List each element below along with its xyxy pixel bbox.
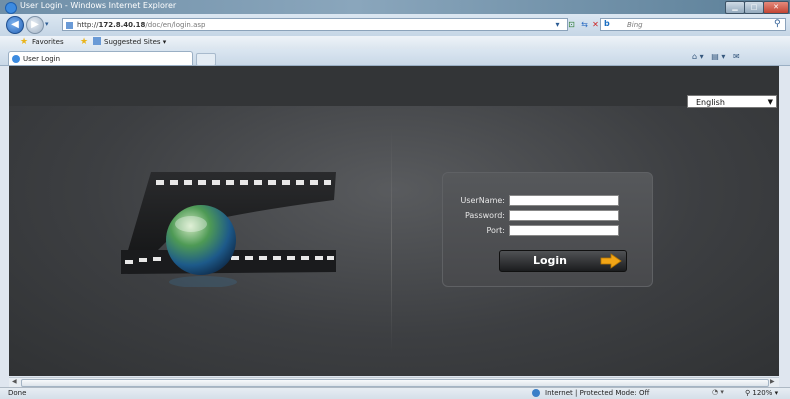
- search-placeholder: Bing: [627, 21, 643, 29]
- window-title: User Login - Windows Internet Explorer: [20, 1, 177, 10]
- password-label: Password:: [464, 211, 505, 220]
- port-label: Port:: [486, 226, 505, 235]
- back-arrow-icon: ◀: [11, 19, 19, 30]
- ie-logo-icon: [5, 2, 17, 14]
- search-icon[interactable]: ⚲: [774, 19, 781, 29]
- chevron-down-icon: ▼: [767, 98, 773, 106]
- maximize-icon: □: [750, 3, 758, 11]
- minimize-button[interactable]: ▁: [725, 1, 745, 14]
- zoom-icon: ⚲: [745, 389, 751, 397]
- forward-button[interactable]: ▶: [26, 16, 44, 34]
- scroll-right-icon[interactable]: ▶: [770, 378, 775, 385]
- url-prefix: http://: [77, 21, 99, 29]
- history-dropdown-icon[interactable]: ▾: [45, 20, 49, 28]
- scroll-left-icon[interactable]: ◀: [12, 378, 17, 385]
- login-button[interactable]: Login: [499, 250, 627, 272]
- suggested-sites-button[interactable]: Suggested Sites ▾: [104, 38, 166, 46]
- login-panel: UserName: Password: Port: Login: [442, 172, 653, 287]
- favorites-star-icon: ★: [20, 37, 29, 47]
- language-select[interactable]: English ▼: [687, 95, 777, 108]
- password-input[interactable]: [509, 210, 619, 221]
- page-icon: [66, 22, 73, 29]
- protected-mode-icon[interactable]: ◔ ▾: [712, 388, 724, 396]
- feeds-icon[interactable]: ▤: [711, 52, 719, 61]
- ie-tab-icon: [12, 55, 20, 63]
- vertical-divider: [391, 128, 392, 353]
- forward-arrow-icon: ▶: [31, 19, 39, 30]
- status-bar: Done Internet | Protected Mode: Off ◔ ▾ …: [0, 387, 790, 399]
- url-path: /doc/en/login.asp: [145, 21, 206, 29]
- scroll-thumb[interactable]: [21, 379, 769, 387]
- port-input[interactable]: [509, 225, 619, 236]
- compatibility-view-icon[interactable]: ⊡: [566, 19, 577, 30]
- username-label: UserName:: [460, 196, 505, 205]
- horizontal-scrollbar[interactable]: ◀ ▶: [9, 377, 779, 387]
- suggested-sites-icon: [93, 37, 101, 45]
- close-icon: ✕: [773, 3, 779, 11]
- arrow-right-icon: [600, 253, 622, 269]
- home-icon[interactable]: ⌂: [692, 52, 697, 61]
- back-button[interactable]: ◀: [6, 16, 24, 34]
- film-globe-logo-icon: [121, 172, 336, 287]
- status-text: Done: [8, 389, 27, 397]
- header-band: [9, 66, 779, 106]
- minimize-icon: ▁: [732, 3, 738, 11]
- mail-icon[interactable]: ✉: [733, 52, 740, 61]
- login-button-label: Login: [532, 254, 568, 267]
- zoom-value: 120%: [752, 389, 773, 397]
- url-input[interactable]: http://172.8.40.18/doc/en/login.asp: [62, 18, 568, 31]
- tab-user-login[interactable]: User Login: [8, 51, 193, 65]
- url-host: 172.8.40.18: [98, 21, 146, 29]
- bing-icon: b: [604, 19, 610, 28]
- maximize-button[interactable]: □: [744, 1, 764, 14]
- search-input[interactable]: Bing: [600, 18, 786, 31]
- username-input[interactable]: [509, 195, 619, 206]
- command-bar: ⌂ ▾ ▤ ▾ ✉: [692, 52, 740, 61]
- zoom-level[interactable]: ⚲ 120% ▾: [745, 389, 778, 397]
- new-tab-button[interactable]: [196, 53, 216, 66]
- address-bar-row: ◀ ▶ ▾ http://172.8.40.18/doc/en/login.as…: [0, 14, 790, 36]
- title-bar: User Login - Windows Internet Explorer ▁…: [0, 0, 790, 14]
- tab-label: User Login: [23, 55, 61, 63]
- address-dropdown-icon[interactable]: ▾: [552, 19, 563, 30]
- add-favorite-icon[interactable]: ★: [80, 37, 88, 47]
- page-content: English ▼ UserName: Password: Port: Logi…: [9, 66, 779, 376]
- tab-bar: User Login: [0, 49, 790, 66]
- security-zone[interactable]: Internet | Protected Mode: Off: [545, 389, 649, 397]
- language-value: English: [696, 98, 725, 107]
- refresh-icon[interactable]: ⇆: [579, 19, 590, 30]
- favorites-button[interactable]: Favorites: [32, 38, 64, 46]
- globe-icon: [532, 389, 540, 397]
- favorites-bar: ★ Favorites ★ Suggested Sites ▾: [0, 36, 790, 49]
- close-button[interactable]: ✕: [763, 1, 789, 14]
